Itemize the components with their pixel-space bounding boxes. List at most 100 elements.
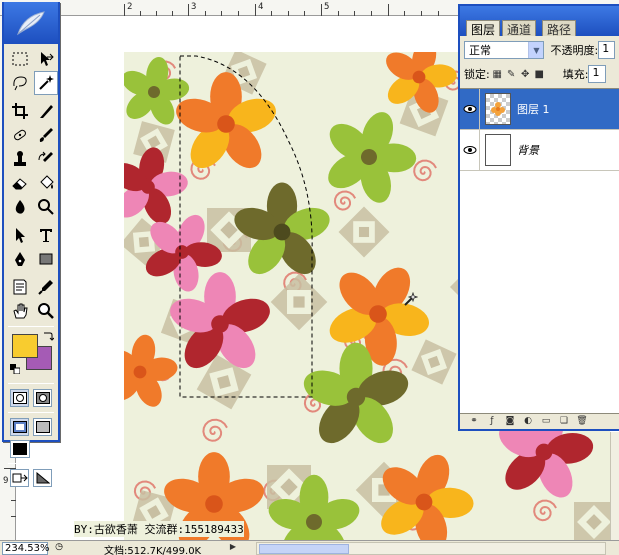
status-menu-arrow-icon[interactable]: ▶ (226, 542, 240, 555)
imageready-icon (12, 473, 28, 483)
quickmask-mode-row (4, 387, 58, 409)
trash-icon[interactable]: 🗑 (576, 416, 588, 427)
zoom-level-field[interactable]: 234.53% (2, 542, 50, 555)
screen-mode-full-menu-icon (35, 421, 50, 433)
move-icon (41, 52, 54, 66)
layer-row-background[interactable]: 背景 (460, 129, 619, 171)
hand-tool-button[interactable] (8, 299, 32, 323)
status-bar: 234.53% ◷ 文档:512.7K/499.0K ▶ (0, 540, 619, 555)
standard-mode-button[interactable] (10, 389, 29, 407)
layers-panel: 图层 通道 路径 正常 ▼ 不透明度: 1 锁定: ▦ ✎ ✥ ■ 填充: 1 (458, 4, 619, 431)
screen-mode-full-menu-button[interactable] (33, 418, 52, 436)
zoom-icon (38, 303, 54, 319)
layer-name[interactable]: 背景 (517, 142, 539, 158)
panel-tabs: 图层 通道 路径 (460, 6, 619, 37)
paint-bucket-icon (40, 175, 54, 189)
credit-text: BY:古欲香萧 交流群:155189433 (74, 521, 244, 537)
visibility-eye-icon[interactable] (460, 88, 480, 130)
marquee-icon (12, 52, 28, 66)
slice-icon (40, 105, 53, 118)
add-mask-icon[interactable]: ◙ (504, 416, 516, 427)
eyedropper-tool-button[interactable] (34, 275, 58, 299)
magic-wand-cursor (402, 291, 419, 308)
tab-layers[interactable]: 图层 (466, 20, 501, 37)
new-layer-icon[interactable]: ❏ (558, 416, 570, 427)
lock-row: 锁定: ▦ ✎ ✥ ■ 填充: 1 (460, 62, 619, 86)
shape-icon (39, 253, 53, 265)
shape-tool-button[interactable] (34, 247, 58, 271)
foreground-color-swatch[interactable] (12, 334, 38, 358)
quickmask-mode-icon (35, 392, 50, 404)
adjustment-layer-icon[interactable]: ◐ (522, 416, 534, 427)
lock-paint-icon[interactable]: ✎ (506, 69, 517, 80)
opacity-input[interactable]: 1 (598, 41, 615, 59)
blur-icon (15, 200, 25, 214)
vertical-scrollbar[interactable] (610, 432, 619, 540)
history-brush-tool-button[interactable] (34, 147, 58, 171)
layer-name[interactable]: 图层 1 (517, 101, 550, 117)
history-brush-icon (38, 151, 53, 162)
notes-icon (13, 279, 27, 295)
healing-icon (14, 129, 26, 141)
color-swatches (8, 330, 54, 380)
swap-colors-icon[interactable] (42, 330, 54, 342)
toolbox-panel (2, 2, 60, 487)
lasso-tool-button[interactable] (8, 71, 32, 95)
quickmask-mode-button[interactable] (33, 389, 52, 407)
type-tool-button[interactable] (34, 223, 58, 247)
lock-label: 锁定: (464, 68, 490, 81)
lock-move-icon[interactable]: ✥ (520, 69, 531, 80)
jump-to-app-button[interactable] (33, 469, 52, 487)
tab-paths[interactable]: 路径 (542, 20, 577, 37)
horizontal-scrollbar[interactable] (256, 542, 606, 555)
layer-row-layer-1[interactable]: 图层 1 (460, 88, 619, 130)
ruler-label: 5 (324, 2, 330, 12)
eyedropper-icon (38, 280, 53, 295)
default-colors-icon[interactable] (10, 364, 20, 374)
horizontal-scroll-thumb[interactable] (259, 544, 349, 554)
blend-mode-select[interactable]: 正常 ▼ (464, 41, 545, 59)
screen-mode-standard-icon (12, 421, 27, 433)
eraser-icon (12, 178, 27, 190)
layer-thumbnail (485, 134, 511, 166)
ruler-label: 2 (127, 2, 133, 12)
paint-bucket-tool-button[interactable] (34, 171, 58, 195)
magic-wand-tool-button[interactable] (34, 71, 58, 95)
lock-all-icon[interactable]: ■ (534, 69, 545, 80)
jump-to-imageready-button[interactable] (10, 469, 29, 487)
layer-thumbnail (485, 93, 511, 125)
pen-tool-button[interactable] (8, 247, 32, 271)
jump-app-icon (36, 472, 50, 484)
layer-style-icon[interactable]: ƒ (486, 416, 498, 427)
tab-channels[interactable]: 通道 (502, 20, 537, 37)
brush-tool-button[interactable] (34, 123, 58, 147)
brush-icon (39, 128, 53, 142)
new-group-icon[interactable]: ▭ (540, 416, 552, 427)
stamp-tool-button[interactable] (8, 147, 32, 171)
ruler-label: 4 (258, 2, 264, 12)
link-layers-icon[interactable]: ⚭ (468, 416, 480, 427)
status-clock-icon[interactable]: ◷ (52, 542, 66, 555)
document-info: 文档:512.7K/499.0K (104, 546, 202, 555)
visibility-eye-icon[interactable] (460, 129, 480, 171)
slice-tool-button[interactable] (34, 99, 58, 123)
fill-label: 填充: (562, 68, 589, 81)
blend-row: 正常 ▼ 不透明度: 1 (460, 38, 619, 62)
notes-tool-button[interactable] (8, 275, 32, 299)
move-tool-button[interactable] (34, 47, 58, 71)
crop-tool-button[interactable] (8, 99, 32, 123)
lock-transparent-icon[interactable]: ▦ (492, 69, 503, 80)
fill-input[interactable]: 1 (588, 65, 607, 83)
screen-mode-standard-button[interactable] (10, 418, 29, 436)
feather-logo-icon (17, 11, 45, 36)
healing-tool-button[interactable] (8, 123, 32, 147)
screen-mode-full-button[interactable] (10, 440, 30, 458)
screen-mode-row-2 (4, 438, 58, 460)
blur-tool-button[interactable] (8, 195, 32, 219)
zoom-tool-button[interactable] (34, 299, 58, 323)
marquee-tool-button[interactable] (8, 47, 32, 71)
path-select-tool-button[interactable] (8, 223, 32, 247)
toolbox-titlebar[interactable] (4, 2, 58, 44)
dodge-tool-button[interactable] (34, 195, 58, 219)
eraser-tool-button[interactable] (8, 171, 32, 195)
